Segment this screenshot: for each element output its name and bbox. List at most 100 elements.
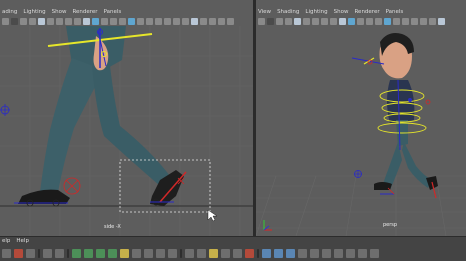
menu-show[interactable]: Show	[52, 9, 67, 15]
camera-name-label: persp	[383, 222, 398, 228]
smooth-shade-icon[interactable]	[348, 18, 355, 25]
menu-panels[interactable]: Panels	[104, 9, 122, 15]
camera-attributes-icon[interactable]	[11, 18, 18, 25]
isolate-icon[interactable]	[384, 18, 391, 25]
wireframe-icon[interactable]	[83, 18, 90, 25]
outliner-icon[interactable]	[298, 249, 307, 258]
menu-help[interactable]: Help	[16, 238, 29, 244]
ik-handle-icon[interactable]	[43, 249, 52, 258]
gate-mask-icon[interactable]	[321, 18, 328, 25]
isolate-icon[interactable]	[128, 18, 135, 25]
side-viewport-canvas[interactable]	[0, 26, 253, 236]
perspective-viewport[interactable]: View Shading Lighting Show Renderer Pane…	[256, 0, 466, 236]
bookmark-icon[interactable]	[20, 18, 27, 25]
hud-icon[interactable]	[438, 18, 445, 25]
ipr-render-icon[interactable]	[156, 249, 165, 258]
keyframe-icon[interactable]	[2, 249, 11, 258]
separator	[257, 249, 259, 258]
menu-lighting[interactable]: Lighting	[305, 9, 327, 15]
rotate-tool-icon[interactable]	[233, 249, 242, 258]
menu-show[interactable]: Show	[334, 9, 349, 15]
light-icon[interactable]	[110, 18, 117, 25]
record-key-icon[interactable]	[14, 249, 23, 258]
anti-alias-icon[interactable]	[173, 18, 180, 25]
gate-mask-icon[interactable]	[65, 18, 72, 25]
anti-alias-icon[interactable]	[429, 18, 436, 25]
bookmark-icon[interactable]	[276, 18, 283, 25]
shadow-icon[interactable]	[375, 18, 382, 25]
render-settings-icon[interactable]	[168, 249, 177, 258]
light-icon[interactable]	[366, 18, 373, 25]
menu-renderer[interactable]: Renderer	[72, 9, 97, 15]
playblast-icon[interactable]	[200, 18, 207, 25]
menu-shading[interactable]: ading	[2, 9, 17, 15]
menu-view[interactable]: View	[258, 9, 271, 15]
grid-icon[interactable]	[294, 18, 301, 25]
select-camera-icon[interactable]	[2, 18, 9, 25]
snap-surface-icon[interactable]	[108, 249, 117, 258]
mouse-cursor-icon	[207, 209, 218, 222]
layout-four-icon[interactable]	[274, 249, 283, 258]
snap-point-icon[interactable]	[96, 249, 105, 258]
menu-panels[interactable]: Panels	[386, 9, 404, 15]
texture-icon[interactable]	[101, 18, 108, 25]
xray-icon[interactable]	[393, 18, 400, 25]
layout-side-by-side-icon[interactable]	[286, 249, 295, 258]
image-plane-icon[interactable]	[285, 18, 292, 25]
tool-settings-icon[interactable]	[358, 249, 367, 258]
history-icon[interactable]	[120, 249, 129, 258]
motion-blur-icon[interactable]	[164, 18, 171, 25]
grid-icon[interactable]	[38, 18, 45, 25]
xray-joints-icon[interactable]	[146, 18, 153, 25]
layer-icon[interactable]	[26, 249, 35, 258]
camera-attributes-icon[interactable]	[267, 18, 274, 25]
hierarchy-icon[interactable]	[209, 249, 218, 258]
xray-joints-icon[interactable]	[402, 18, 409, 25]
menu-help-partial[interactable]: elp	[2, 238, 10, 244]
film-gate-icon[interactable]	[47, 18, 54, 25]
resolution-gate-icon[interactable]	[312, 18, 319, 25]
separator	[38, 249, 40, 258]
channel-box-icon[interactable]	[334, 249, 343, 258]
construction-history-icon[interactable]	[132, 249, 141, 258]
select-component-icon[interactable]	[197, 249, 206, 258]
texture-icon[interactable]	[357, 18, 364, 25]
input-line-icon[interactable]	[245, 249, 254, 258]
snap-grid-icon[interactable]	[72, 249, 81, 258]
film-gate-icon[interactable]	[303, 18, 310, 25]
persp-viewport-canvas[interactable]	[256, 26, 466, 236]
safe-action-icon[interactable]	[330, 18, 337, 25]
move-tool-icon[interactable]	[221, 249, 230, 258]
smooth-shade-icon[interactable]	[92, 18, 99, 25]
select-camera-icon[interactable]	[258, 18, 265, 25]
graph-editor-icon[interactable]	[310, 249, 319, 258]
image-plane-icon[interactable]	[29, 18, 36, 25]
character-body[interactable]	[374, 33, 438, 190]
ambient-occlusion-icon[interactable]	[411, 18, 418, 25]
side-viewport[interactable]: ading Lighting Show Renderer Panels side…	[0, 0, 253, 236]
layer-editor-icon[interactable]	[370, 249, 379, 258]
motion-blur-icon[interactable]	[420, 18, 427, 25]
frame-selected-icon[interactable]	[218, 18, 225, 25]
menu-renderer[interactable]: Renderer	[354, 9, 379, 15]
menu-shading[interactable]: Shading	[277, 9, 299, 15]
side-viewport-toolbar	[0, 17, 253, 26]
render-icon[interactable]	[144, 249, 153, 258]
snap-curve-icon[interactable]	[84, 249, 93, 258]
xray-icon[interactable]	[137, 18, 144, 25]
layout-single-icon[interactable]	[262, 249, 271, 258]
hypershade-icon[interactable]	[322, 249, 331, 258]
shadow-icon[interactable]	[119, 18, 126, 25]
select-object-icon[interactable]	[185, 249, 194, 258]
depth-of-field-icon[interactable]	[182, 18, 189, 25]
wireframe-icon[interactable]	[339, 18, 346, 25]
safe-action-icon[interactable]	[74, 18, 81, 25]
ambient-occlusion-icon[interactable]	[155, 18, 162, 25]
attribute-editor-icon[interactable]	[346, 249, 355, 258]
resolution-gate-icon[interactable]	[56, 18, 63, 25]
hud-icon[interactable]	[191, 18, 198, 25]
menu-lighting[interactable]: Lighting	[23, 9, 45, 15]
toggle-panel-icon[interactable]	[227, 18, 234, 25]
frame-all-icon[interactable]	[209, 18, 216, 25]
joint-icon[interactable]	[55, 249, 64, 258]
